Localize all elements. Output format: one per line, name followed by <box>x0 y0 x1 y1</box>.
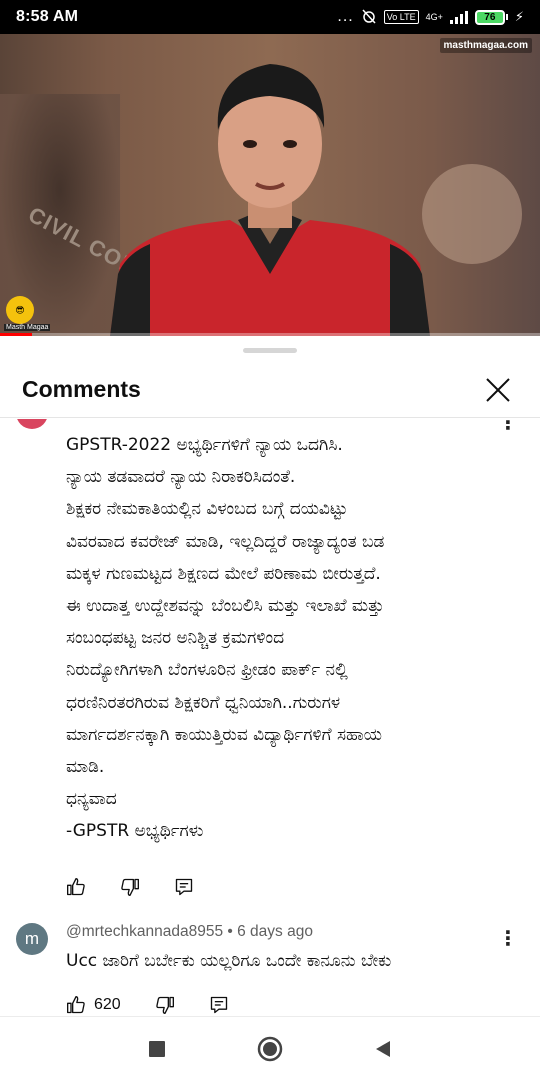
avatar[interactable]: S <box>16 419 48 429</box>
comment-time: 6 days ago <box>237 923 313 940</box>
presenter-figure <box>110 64 430 336</box>
overflow-dots: ... <box>337 8 354 25</box>
recents-button[interactable] <box>137 1029 177 1069</box>
comment-line: ಧನ್ಯವಾದ <box>66 789 117 810</box>
comment-line: ಶಿಕ್ಷಕರ ನೇಮಕಾತಿಯಲ್ಲಿನ ವಿಳಂಬದ ಬಗ್ಗೆ ದಯವಿಟ… <box>66 499 348 520</box>
comments-header: Comments <box>0 362 540 418</box>
thumbs-up-icon <box>67 996 85 1014</box>
comment-actions: 620 <box>66 995 263 1015</box>
home-button[interactable] <box>250 1029 290 1069</box>
avatar[interactable]: m <box>16 923 48 955</box>
battery-icon: 76 <box>474 9 508 25</box>
charging-icon: ⚡ <box>514 9 524 24</box>
thumbs-up-icon <box>67 878 85 896</box>
like-button[interactable]: 620 <box>66 995 121 1015</box>
comment-line: ಧರಣಿನಿರತರಗಿರುವ ಶಿಕ್ಷಕರಿಗೆ ಧ್ವನಿಯಾಗಿ..ಗುರ… <box>66 692 341 713</box>
comment-line: -GPSTR ಅಭ್ಯರ್ಥಿಗಳು <box>66 821 204 842</box>
channel-watermark: masthmagaa.com <box>439 38 532 53</box>
dislike-button[interactable] <box>155 995 175 1015</box>
reply-button[interactable] <box>174 877 194 897</box>
comment-text: GPSTR-2022 ಅಭ್ಯರ್ಥಿಗಳಿಗೆ ನ್ಯಾಯ ಒದಗಿಸಿ. ನ್… <box>66 429 516 848</box>
reply-icon <box>175 878 193 896</box>
comments-title: Comments <box>22 376 141 402</box>
comment-line: GPSTR-2022 ಅಭ್ಯರ್ಥಿಗಳಿಗೆ ನ್ಯಾಯ ಒದಗಿಸಿ. <box>66 435 343 455</box>
dislike-button[interactable] <box>120 877 140 897</box>
network-type: 4G+ <box>425 12 443 22</box>
comment-line: ಸಂಬಂಧಪಟ್ಟ ಜನರ ಅನಿಶ್ಚಿತ ಕ್ರಮಗಳಿಂದ <box>66 628 285 649</box>
comment-line: ನಿರುದ್ಯೋಗಿಗಳಾಗಿ ಬೆಂಗಳೂರಿನ ಫ್ರೀಡಂ ಪಾರ್ಕ್ … <box>66 660 348 681</box>
comment-author[interactable]: @mrtechkannada8955 <box>66 923 223 940</box>
like-count: 620 <box>94 996 121 1013</box>
status-icons: ... Vo LTE 4G+ 76 ⚡ <box>337 8 524 27</box>
comment-line: ವಿವರವಾದ ಕವರೇಜ್ ಮಾಡಿ, ಇಲ್ಲದಿದ್ದರೆ ರಾಜ್ಯಾದ… <box>66 531 385 552</box>
system-nav-bar <box>0 1016 540 1080</box>
close-icon[interactable] <box>478 370 518 410</box>
comment-meta: @mrtechkannada8955 • 6 days ago <box>66 923 313 940</box>
video-player[interactable]: CIVIL CODE masthmagaa.com 😎 Masth Magaa <box>0 34 540 336</box>
channel-logo-label: Masth Magaa <box>4 324 51 331</box>
status-bar: 8:58 AM ... Vo LTE 4G+ 76 ⚡ <box>0 0 540 34</box>
alarm-off-icon <box>361 8 377 27</box>
square-icon <box>148 1040 165 1057</box>
thumbs-down-icon <box>155 996 174 1014</box>
comment-line: ಮಾಡಿ. <box>66 757 105 778</box>
signal-icon <box>449 10 468 24</box>
reply-button[interactable] <box>209 995 229 1015</box>
home-circle-icon <box>257 1036 283 1061</box>
comment-line: ಈ ಉದಾತ್ತ ಉದ್ದೇಶವನ್ನು ಬೆಂಬಲಿಸಿ ಮತ್ತು ಇಲಾಖ… <box>66 596 384 617</box>
thumbs-down-icon <box>121 878 139 896</box>
more-vertical-icon[interactable]: ⋮ <box>496 927 520 951</box>
comments-sheet: Comments S ⋮ GPSTR-2022 ಅಭ್ಯರ್ಥಿಗಳಿಗೆ ನ್… <box>0 336 540 1080</box>
drag-handle[interactable] <box>243 348 297 353</box>
comments-list[interactable]: S ⋮ GPSTR-2022 ಅಭ್ಯರ್ಥಿಗಳಿಗೆ ನ್ಯಾಯ ಒದಗಿಸ… <box>0 419 540 1017</box>
comment-line: ನ್ಯಾಯ ತಡವಾದರೆ ನ್ಯಾಯ ನಿರಾಕರಿಸಿದಂತೆ. <box>66 467 296 488</box>
channel-logo: 😎 <box>6 296 34 324</box>
comment-text: Ucc ಜಾರಿಗೆ ಬರ್ಬೇಕು ಯಲ್ಲರಿಗೂ ಒಂದೇ ಕಾನೂನು … <box>66 951 392 971</box>
reply-icon <box>210 996 227 1014</box>
comment-actions <box>66 877 228 897</box>
status-time: 8:58 AM <box>16 8 79 25</box>
battery-level: 76 <box>474 9 505 25</box>
back-triangle-icon <box>376 1040 391 1057</box>
back-button[interactable] <box>363 1029 403 1069</box>
volte-badge: Vo LTE <box>383 10 419 24</box>
comment-line: ಮಕ್ಕಳ ಗುಣಮಟ್ಟದ ಶಿಕ್ಷಣದ ಮೇಲೆ ಪರಿಣಾಮ ಬೀರುತ… <box>66 563 381 584</box>
comment-line: ಮಾರ್ಗದರ್ಶನಕ್ಕಾಗಿ ಕಾಯುತ್ತಿರುವ ವಿದ್ಯಾರ್ಥಿಗ… <box>66 724 382 745</box>
video-bg-scale <box>422 164 522 264</box>
like-button[interactable] <box>66 877 86 897</box>
